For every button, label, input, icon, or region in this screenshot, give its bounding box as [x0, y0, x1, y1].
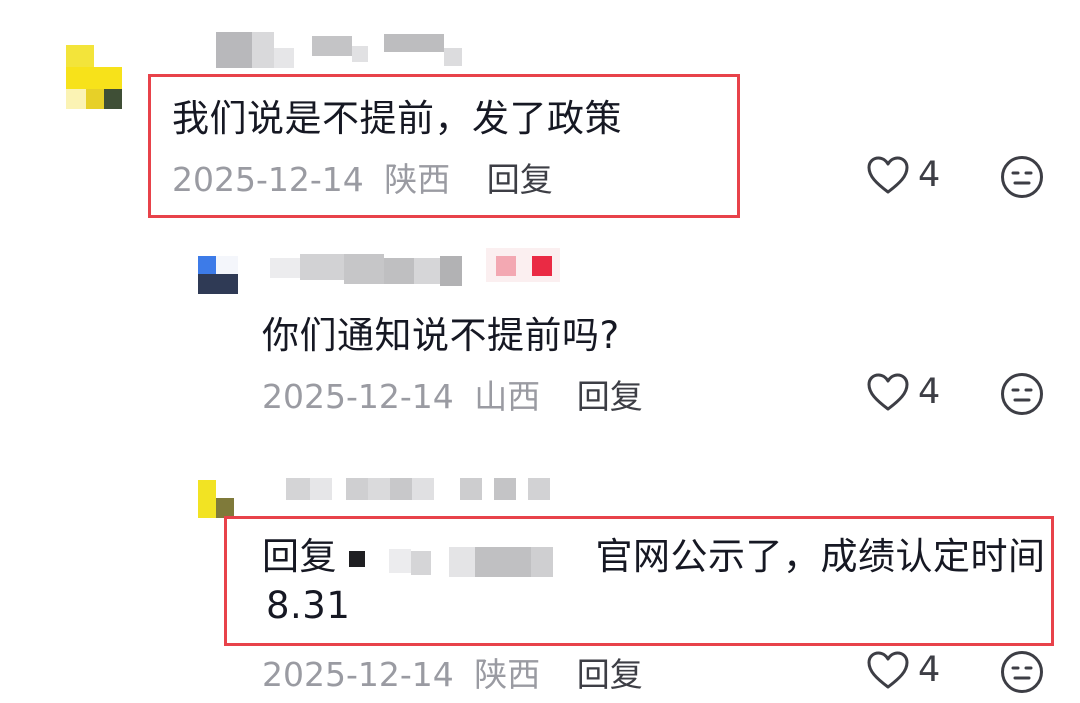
neutral-face-icon[interactable] — [1000, 155, 1044, 199]
username-blurred[interactable] — [286, 478, 556, 502]
like-button[interactable]: 4 — [866, 650, 940, 690]
heart-outline-icon — [867, 373, 909, 411]
avatar[interactable] — [198, 480, 238, 520]
reply-button[interactable]: 回复 — [577, 655, 643, 694]
highlight-box-2 — [224, 516, 1054, 646]
neutral-face-icon[interactable] — [1000, 372, 1044, 416]
heart-outline-icon — [867, 651, 909, 689]
highlight-box-1 — [148, 74, 740, 218]
comment-meta: 2025-12-14 陕西 回复 — [262, 648, 643, 696]
comment-location: 山西 — [474, 377, 541, 416]
username-blurred[interactable] — [270, 248, 580, 294]
like-button[interactable]: 4 — [866, 155, 940, 195]
comment-date: 2025-12-14 — [262, 655, 454, 694]
comment-location: 陕西 — [474, 655, 541, 694]
comment-date: 2025-12-14 — [262, 377, 454, 416]
reply-button[interactable]: 回复 — [577, 377, 643, 416]
like-count: 4 — [918, 155, 941, 195]
username-blurred[interactable] — [216, 32, 466, 72]
heart-outline-icon — [867, 156, 909, 194]
comment-meta: 2025-12-14 山西 回复 — [262, 370, 643, 418]
neutral-face-icon[interactable] — [1000, 650, 1044, 694]
like-button[interactable]: 4 — [866, 372, 940, 412]
like-count: 4 — [918, 650, 941, 690]
comment-text: 你们通知说不提前吗? — [262, 314, 620, 357]
avatar[interactable] — [62, 45, 128, 111]
like-count: 4 — [918, 372, 941, 412]
avatar[interactable] — [198, 256, 238, 296]
